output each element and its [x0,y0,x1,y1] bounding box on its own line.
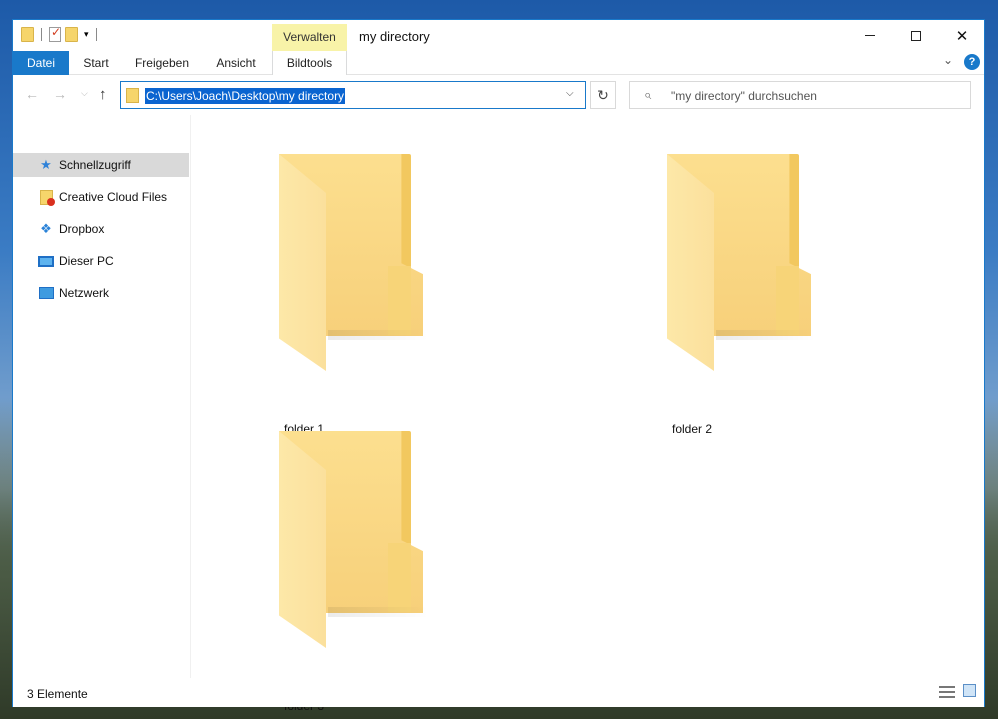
maximize-button[interactable] [893,20,939,51]
explorer-window: ▾ Verwalten my directory ✕ Datei Start F… [12,19,985,713]
sidebar-item-quick-access[interactable]: ★ Schnellzugriff [13,153,189,177]
dropbox-icon: ❖ [40,221,52,236]
sidebar-item-label: Dropbox [59,222,105,236]
address-path[interactable]: C:\Users\Joach\Desktop\my directory [145,88,346,104]
quick-access-toolbar: ▾ [21,25,100,42]
recent-locations-button[interactable]: ⌵ [81,88,88,99]
sidebar-item-label: Netzwerk [59,286,110,300]
item-count: 3 Elemente [27,687,88,701]
tab-file[interactable]: Datei [13,51,69,75]
folder-icon [258,154,428,374]
close-button[interactable]: ✕ [939,20,985,51]
file-name: folder 2 [671,422,713,436]
computer-icon-wrap [38,253,54,269]
search-placeholder: "my directory" durchsuchen [671,89,817,103]
sidebar-item-label: Creative Cloud Files [59,190,168,204]
address-row: ← → ⌵ ↑ C:\Users\Joach\Desktop\my direct… [13,75,984,115]
context-group-manage[interactable]: Verwalten [272,24,347,51]
expand-ribbon-icon[interactable]: ⌄ [943,53,953,67]
creative-cloud-folder-icon [39,189,55,206]
tab-share[interactable]: Freigeben [129,51,195,75]
new-folder-icon[interactable] [65,27,78,42]
sidebar-item-this-pc[interactable]: Dieser PC [13,249,189,273]
properties-icon[interactable] [49,25,61,42]
address-dropdown-icon[interactable]: ⌵ [566,88,574,99]
network-icon [38,287,54,299]
refresh-button[interactable]: ↻ [590,81,616,109]
minimize-icon [865,35,875,36]
file-list: folder 1 folder 2 folder 3 [192,115,984,713]
window-title: my directory [359,29,430,44]
creative-cloud-folder-icon-wrap [38,189,55,206]
maximize-icon [911,30,921,41]
star-icon: ★ [40,157,52,172]
list-item[interactable]: folder 1 [213,137,428,436]
customize-toolbar-icon[interactable]: ▾ [84,29,89,40]
ribbon-tabs: Datei Start Freigeben Ansicht Bildtools … [13,51,984,75]
forward-button[interactable]: → [53,86,67,102]
toolbar-divider [95,28,97,41]
folder-icon [646,154,816,374]
list-item[interactable]: folder 2 [601,137,816,436]
sidebar-item-network[interactable]: Netzwerk [13,281,189,305]
up-button[interactable]: ↑ [99,86,107,103]
toolbar-divider [41,28,42,41]
network-icon-wrap [38,285,54,301]
large-icons-view-icon[interactable] [963,684,976,697]
search-icon: ⌕ [644,87,652,102]
minimize-button[interactable] [847,20,893,51]
help-icon[interactable]: ? [964,54,980,70]
folder-icon [258,431,428,651]
tab-picture-tools[interactable]: Bildtools [272,51,347,75]
list-item[interactable]: folder 3 [213,414,428,713]
details-view-icon[interactable] [939,686,955,698]
address-bar[interactable]: C:\Users\Joach\Desktop\my directory ⌵ [120,81,586,109]
tab-start[interactable]: Start [72,51,120,75]
folder-icon [126,88,139,103]
computer-icon [38,255,54,267]
tab-view[interactable]: Ansicht [208,51,264,75]
back-button[interactable]: ← [25,86,39,102]
sidebar-item-dropbox[interactable]: ❖ Dropbox [13,217,189,241]
navigation-pane: ★ Schnellzugriff Creative Cloud Files ❖ … [13,115,191,678]
title-bar: ▾ Verwalten my directory ✕ [13,20,984,51]
sidebar-item-label: Schnellzugriff [59,158,131,172]
status-bar: 3 Elemente [13,678,984,707]
sidebar-item-label: Dieser PC [59,254,114,268]
search-input[interactable]: ⌕ "my directory" durchsuchen [629,81,971,109]
sidebar-item-creative-cloud[interactable]: Creative Cloud Files [13,185,189,209]
folder-icon[interactable] [21,27,34,42]
